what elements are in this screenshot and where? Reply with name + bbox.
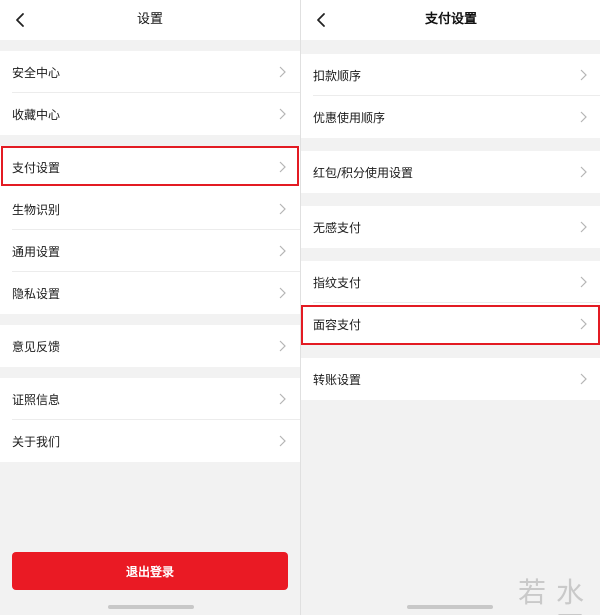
home-indicator (407, 605, 493, 609)
chevron-right-icon (279, 161, 286, 173)
menu-item-label: 意见反馈 (12, 339, 61, 354)
menu-item-biometrics[interactable]: 生物识别 (0, 188, 300, 230)
chevron-right-icon (580, 318, 587, 330)
menu-item-general-settings[interactable]: 通用设置 (0, 230, 300, 272)
chevron-right-icon (279, 66, 286, 78)
menu-item-about-us[interactable]: 关于我们 (0, 420, 300, 462)
chevron-right-icon (580, 111, 587, 123)
header: 支付设置 (301, 0, 600, 40)
menu-item-label: 隐私设置 (12, 286, 61, 301)
menu-item-label: 证照信息 (12, 392, 61, 407)
menu-item-deduction-order[interactable]: 扣款顺序 (301, 54, 600, 96)
logout-button[interactable]: 退出登录 (12, 552, 288, 590)
menu-item-fingerprint-pay[interactable]: 指纹支付 (301, 261, 600, 303)
chevron-right-icon (279, 340, 286, 352)
menu-item-label: 安全中心 (12, 65, 61, 80)
chevron-right-icon (279, 245, 286, 257)
menu-item-label: 关于我们 (12, 434, 61, 449)
page-title: 设置 (136, 12, 163, 27)
menu-item-payment-settings[interactable]: 支付设置 (0, 146, 300, 188)
header: 设置 (0, 0, 300, 40)
chevron-right-icon (580, 373, 587, 385)
menu-item-label: 支付设置 (12, 160, 61, 175)
menu-item-label: 红包/积分使用设置 (313, 165, 414, 180)
menu-item-label: 转账设置 (313, 372, 362, 387)
menu-item-label: 扣款顺序 (313, 68, 362, 83)
menu-item-privacy-settings[interactable]: 隐私设置 (0, 272, 300, 314)
menu-item-label: 无感支付 (313, 220, 362, 235)
menu-item-label: 通用设置 (12, 244, 61, 259)
menu-item-label: 指纹支付 (313, 275, 362, 290)
chevron-right-icon (580, 221, 587, 233)
chevron-right-icon (279, 203, 286, 215)
chevron-right-icon (279, 108, 286, 120)
menu-item-favorites[interactable]: 收藏中心 (0, 93, 300, 135)
menu-item-security-center[interactable]: 安全中心 (0, 51, 300, 93)
watermark: 若水网 (517, 576, 594, 615)
settings-screen: 设置 安全中心 收藏中心 支付设置 生物识别 通用设置 隐私设置 意见反馈 证照… (0, 0, 300, 615)
menu-item-redpacket-points[interactable]: 红包/积分使用设置 (301, 151, 600, 193)
menu-item-label: 优惠使用顺序 (313, 110, 386, 125)
chevron-right-icon (279, 287, 286, 299)
home-indicator (108, 605, 194, 609)
payment-settings-screen: 支付设置 扣款顺序 优惠使用顺序 红包/积分使用设置 无感支付 指纹支付 面容支… (300, 0, 600, 615)
menu-item-seamless-pay[interactable]: 无感支付 (301, 206, 600, 248)
chevron-right-icon (279, 435, 286, 447)
page-title: 支付设置 (424, 12, 477, 27)
menu-item-license-info[interactable]: 证照信息 (0, 378, 300, 420)
menu-item-discount-order[interactable]: 优惠使用顺序 (301, 96, 600, 138)
menu-item-label: 生物识别 (12, 202, 61, 217)
menu-item-feedback[interactable]: 意见反馈 (0, 325, 300, 367)
menu-item-face-pay[interactable]: 面容支付 (301, 303, 600, 345)
menu-item-transfer-settings[interactable]: 转账设置 (301, 358, 600, 400)
menu-item-label: 面容支付 (313, 317, 362, 332)
chevron-right-icon (580, 166, 587, 178)
chevron-right-icon (279, 393, 286, 405)
menu-item-label: 收藏中心 (12, 107, 61, 122)
chevron-right-icon (580, 276, 587, 288)
chevron-right-icon (580, 69, 587, 81)
